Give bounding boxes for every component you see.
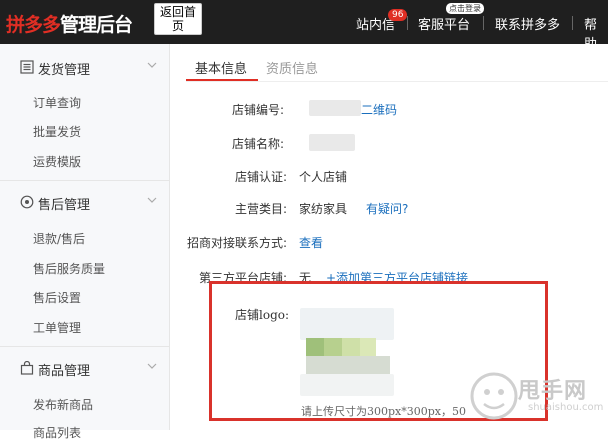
logo-blur-cell [306,338,324,356]
sidebar-item-batch-ship[interactable]: 批量发货 [33,123,81,140]
login-tip[interactable]: 点击登录 [446,3,484,14]
top-bar: 拼多多管理后台 返回首页 站内信 96 客服平台 点击登录 联系拼多多 帮助 [0,0,608,52]
sidebar-item-new-product[interactable]: 发布新商品 [33,396,93,413]
nav-divider [572,16,573,30]
sidebar-item-tickets[interactable]: 工单管理 [33,319,81,336]
nav-divider [483,16,484,30]
sidebar: 发货管理 订单查询 批量发货 运费模版 售后管理 退款/售后 售后服务质量 售后… [0,44,170,440]
main-category-label: 主营类目: [235,202,288,216]
sidebar-group-label: 商品管理 [38,364,91,379]
messages-badge: 96 [388,9,408,21]
shop-logo-label: 店铺logo: [235,308,290,322]
app-logo[interactable]: 拼多多管理后台 [6,10,133,37]
watermark-text: 甩手网 [518,379,588,404]
tab-basic-info[interactable]: 基本信息 [195,58,247,77]
tab-qualification-info[interactable]: 资质信息 [266,58,318,77]
nav-service-platform[interactable]: 客服平台 [418,14,470,33]
view-contact-link[interactable]: 查看 [299,234,323,251]
sidebar-item-service-quality[interactable]: 售后服务质量 [33,260,105,277]
tab-divider [186,81,608,82]
aftersale-icon [20,195,34,209]
logo-blur-cell [342,338,360,356]
chevron-down-icon [147,62,157,68]
category-question-link[interactable]: 有疑问? [366,200,408,217]
nav-divider [407,16,408,30]
logo-blur-top [300,308,394,340]
certification-label: 店铺认证: [235,170,288,184]
logo-size-hint: 请上传尺寸为300px*300px，50 [301,405,466,418]
sidebar-item-product-list[interactable]: 商品列表 [33,424,81,441]
logo-title: 管理后台 [60,14,133,36]
sidebar-item-order-search[interactable]: 订单查询 [33,94,81,111]
watermark-subtext: shuaishou.com [528,402,604,413]
logo-brand: 拼多多 [6,14,61,36]
shop-name-value-redacted [309,134,355,151]
back-home-button[interactable]: 返回首页 [154,3,202,35]
sidebar-divider [0,180,170,181]
nav-help[interactable]: 帮助 [584,14,608,52]
main-category-value: 家纺家具 [299,202,348,216]
chevron-down-icon [147,197,157,203]
sidebar-item-aftersale-settings[interactable]: 售后设置 [33,289,81,306]
sidebar-group-label: 售后管理 [38,198,91,213]
list-icon [20,60,34,74]
certification-value: 个人店铺 [299,170,348,184]
logo-blur-bottom [300,374,394,396]
shop-id-label: 店铺编号: [232,103,285,117]
sidebar-item-refunds[interactable]: 退款/售后 [33,230,85,247]
sidebar-group-aftersale[interactable]: 售后管理 [0,191,170,215]
bag-icon [20,361,34,375]
nav-contact[interactable]: 联系拼多多 [495,14,560,33]
logo-blur-cell [360,338,376,356]
logo-blur-cell [306,356,390,374]
qrcode-link[interactable]: 二维码 [361,101,397,118]
sidebar-group-products[interactable]: 商品管理 [0,357,170,381]
sidebar-divider [0,346,170,347]
shop-name-label: 店铺名称: [232,137,285,151]
sidebar-item-freight-template[interactable]: 运费模版 [33,153,81,170]
chevron-down-icon [147,363,157,369]
sidebar-group-shipping[interactable]: 发货管理 [0,56,170,80]
logo-blur-cell [324,338,342,356]
sidebar-group-label: 发货管理 [38,63,91,78]
merchant-contact-label: 招商对接联系方式: [187,236,288,250]
shop-id-value-redacted [309,100,361,116]
